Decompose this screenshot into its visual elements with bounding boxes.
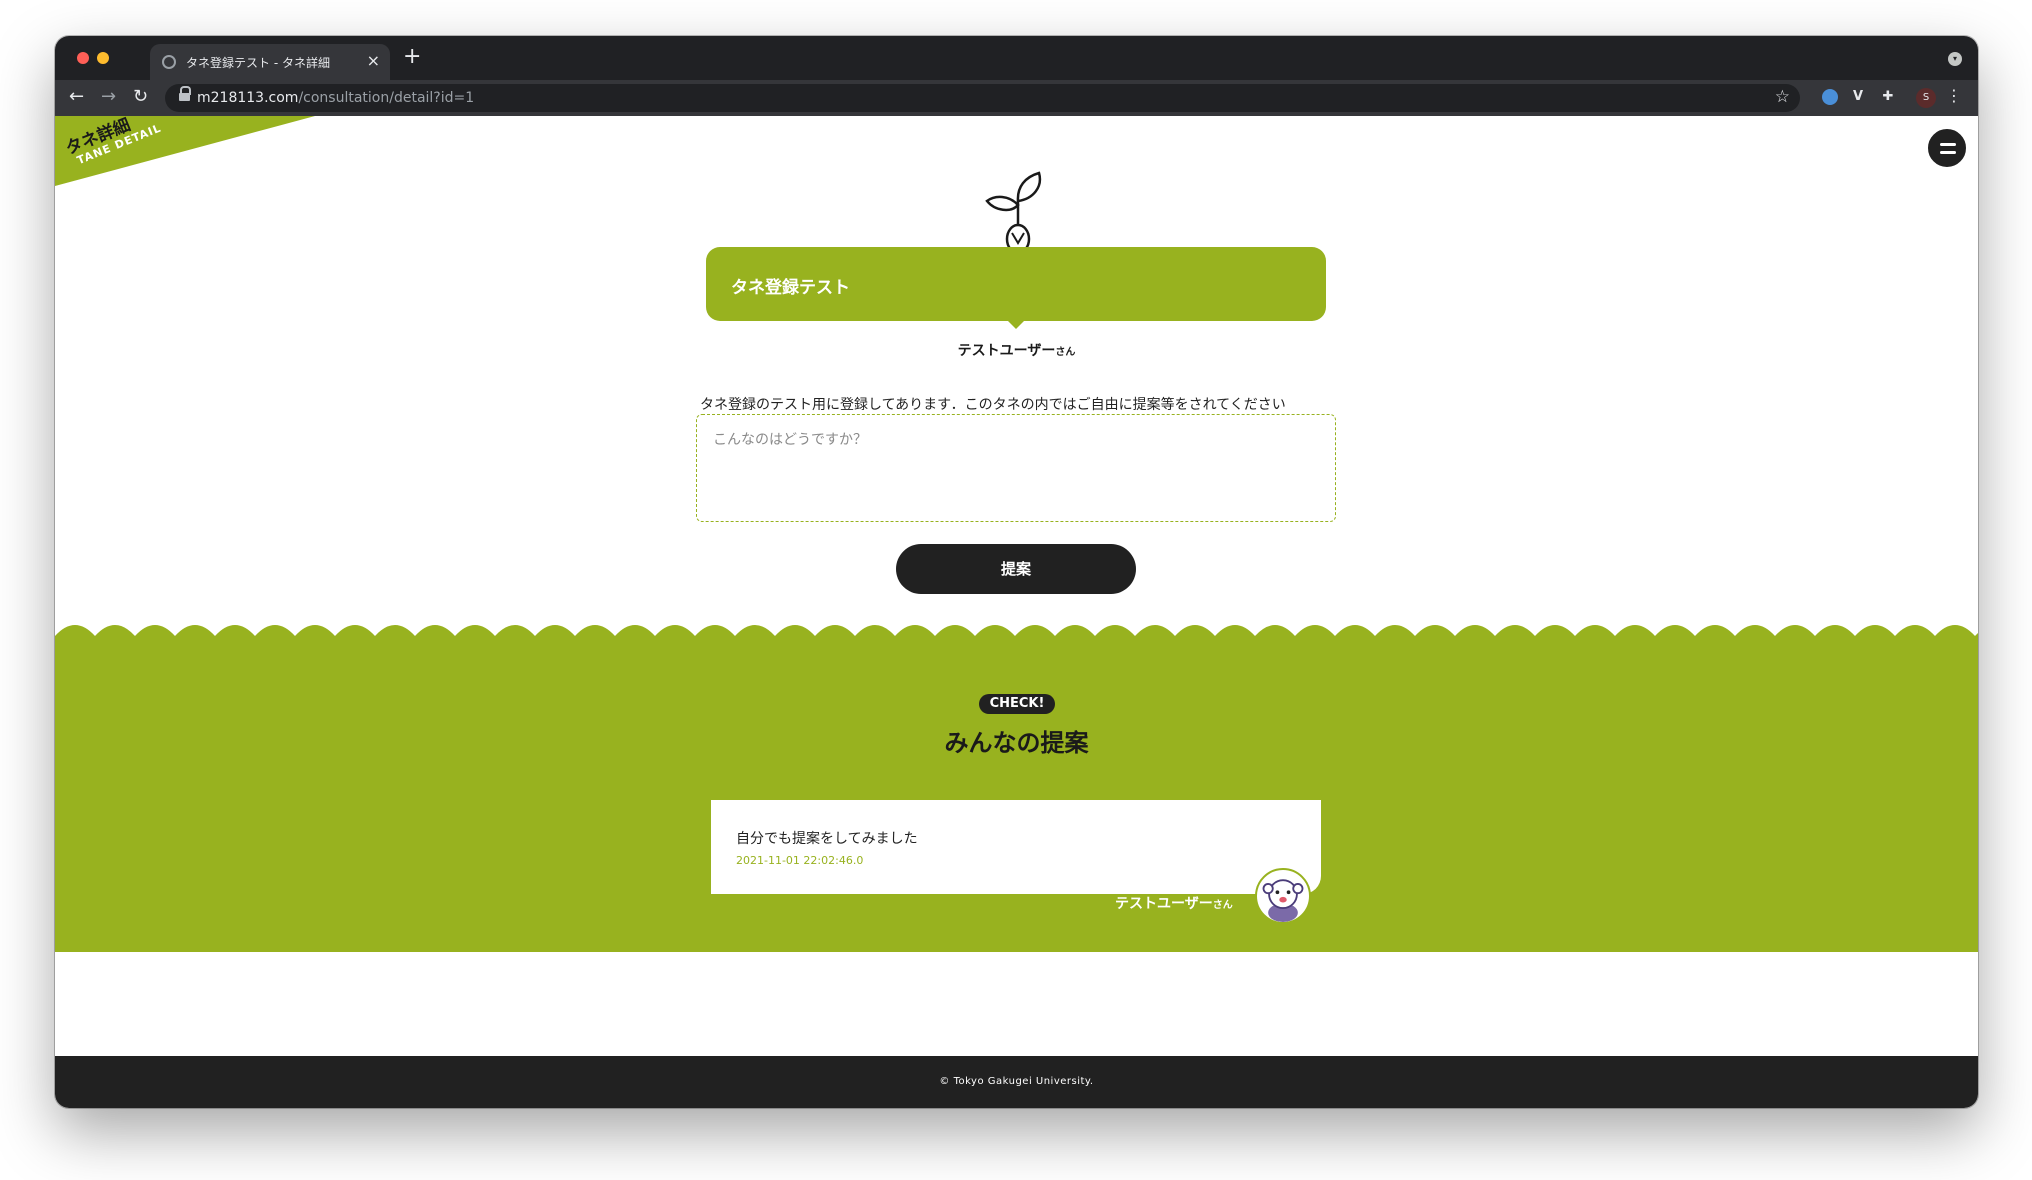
address-bar[interactable]: m218113.com/consultation/detail?id=1 ☆	[165, 84, 1800, 112]
tab-strip: タネ登録テスト - タネ詳細 × + ▾	[55, 36, 1978, 872]
extensions-puzzle-icon[interactable]: ✚	[1880, 89, 1896, 105]
tab-close-icon[interactable]: ×	[367, 51, 380, 70]
proposal-author: テストユーザーさん	[1115, 893, 1233, 913]
proposal-textarea[interactable]	[696, 414, 1336, 522]
footer-copyright: © Tokyo Gakugei University.	[939, 1076, 1094, 1087]
profile-avatar[interactable]: S	[1916, 88, 1936, 108]
bookmark-star-icon[interactable]: ☆	[1775, 87, 1790, 107]
tane-author-name: テストユーザー	[957, 343, 1056, 359]
sprout-icon	[985, 171, 1042, 255]
globe-icon	[162, 55, 176, 69]
proposal-text: 自分でも提案をしてみました	[736, 831, 918, 847]
tane-title: タネ登録テスト	[731, 278, 850, 298]
minimize-window-button[interactable]	[97, 52, 109, 64]
close-window-button[interactable]	[77, 52, 89, 64]
url-host: m218113.com	[197, 90, 299, 106]
tane-title-bubble: タネ登録テスト	[706, 247, 1326, 329]
proposal-author-suffix: さん	[1212, 900, 1233, 911]
avatar-icon	[1255, 868, 1311, 924]
forward-button[interactable]: →	[101, 86, 116, 107]
tane-author-suffix: さん	[1055, 347, 1076, 358]
tane-author: テストユーザーさん	[55, 340, 1978, 360]
reload-button[interactable]: ↻	[133, 86, 148, 107]
url-text: m218113.com/consultation/detail?id=1	[197, 90, 474, 106]
browser-menu-icon[interactable]: ⋮	[1946, 86, 1962, 105]
page-content: タネ詳細 TANE DETAIL タネ登録テスト テストユーザーさん タネ登録の…	[55, 116, 1978, 1108]
submit-proposal-button[interactable]: 提案	[896, 544, 1136, 594]
lock-icon	[179, 86, 191, 101]
proposal-card: 自分でも提案をしてみました 2021-11-01 22:02:46.0	[711, 800, 1321, 894]
tane-description: タネ登録のテスト用に登録してあります．このタネの内ではご自由に提案等をされてくだ…	[700, 397, 1286, 413]
proposal-date: 2021-11-01 22:02:46.0	[736, 854, 864, 867]
extension-v-icon[interactable]: V	[1850, 89, 1866, 105]
extension-compass-icon[interactable]	[1822, 89, 1838, 105]
url-path: /consultation/detail?id=1	[298, 90, 475, 106]
tab-title: タネ登録テスト - タネ詳細	[186, 56, 330, 70]
proposals-title: みんなの提案	[944, 729, 1089, 757]
footer: © Tokyo Gakugei University.	[55, 1056, 1978, 1108]
menu-icon	[1940, 143, 1956, 146]
tab-search-icon[interactable]: ▾	[1948, 52, 1962, 66]
tab-active[interactable]: タネ登録テスト - タネ詳細 ×	[150, 44, 390, 80]
proposal-author-name: テストユーザー	[1115, 896, 1213, 912]
hamburger-menu-button[interactable]	[1926, 127, 1968, 169]
proposals-section	[55, 638, 1978, 952]
new-tab-button[interactable]: +	[403, 44, 421, 69]
check-badge: CHECK!	[979, 694, 1055, 714]
back-button[interactable]: ←	[69, 86, 84, 107]
browser-window: タネ登録テスト - タネ詳細 × + ▾ ← → ↻ m218113.com/c…	[55, 36, 1978, 1108]
browser-toolbar: ← → ↻ m218113.com/consultation/detail?id…	[55, 80, 1978, 116]
